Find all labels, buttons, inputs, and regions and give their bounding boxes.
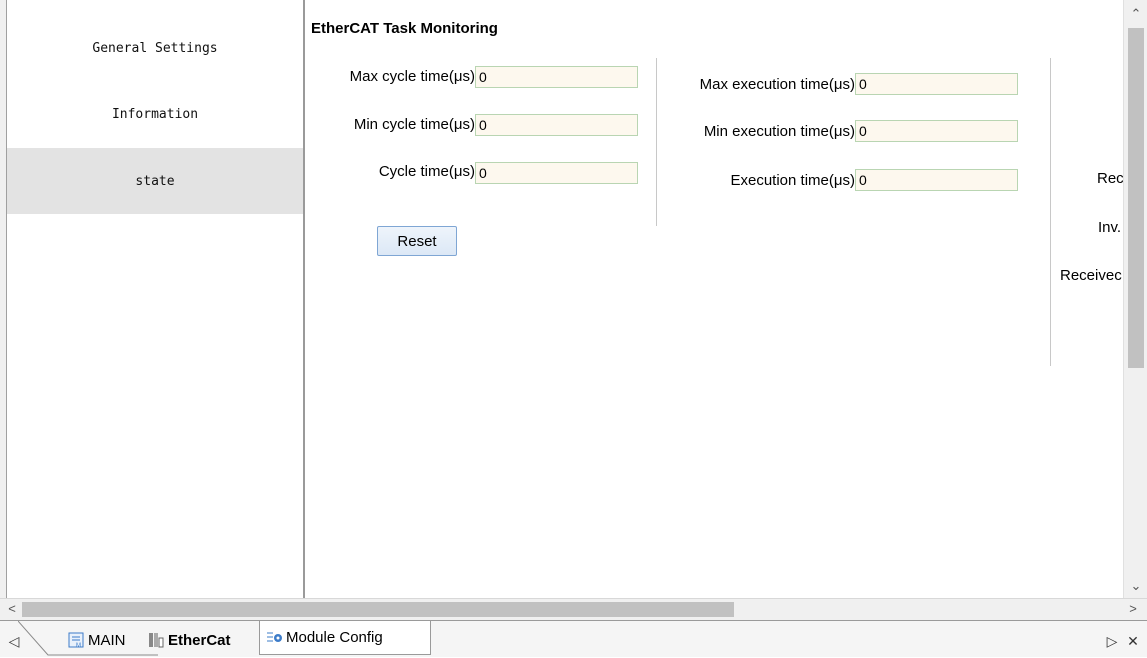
cycle-time-label: Cycle time(μs) xyxy=(378,163,475,180)
module-config-icon xyxy=(266,630,282,646)
state-content-panel: EtherCAT Task Monitoring Max cycle time(… xyxy=(305,0,1123,598)
horizontal-scroll-thumb[interactable] xyxy=(22,602,734,617)
nav-item-information[interactable]: Information xyxy=(7,81,303,147)
window-left-edge xyxy=(0,0,7,620)
nav-item-state[interactable]: state xyxy=(7,148,303,214)
min-cycle-time-label: Min cycle time(μs) xyxy=(353,116,475,133)
scroll-down-icon[interactable]: ⌄ xyxy=(1128,578,1144,594)
nav-item-general-settings[interactable]: General Settings xyxy=(7,15,303,81)
nav-item-label: Information xyxy=(111,106,199,122)
tab-label: Module Config xyxy=(286,629,383,646)
received-label-truncated: Rec xyxy=(1097,170,1123,187)
vertical-scroll-thumb[interactable] xyxy=(1128,28,1144,368)
min-cycle-time-field[interactable]: 0 xyxy=(475,114,638,136)
horizontal-scrollbar[interactable]: < > xyxy=(0,598,1147,620)
close-tab-icon[interactable]: ✕ xyxy=(1125,633,1141,649)
column-separator xyxy=(1050,58,1051,366)
scroll-left-icon[interactable]: < xyxy=(4,601,20,616)
ethercat-icon xyxy=(148,632,164,648)
min-execution-time-field[interactable]: 0 xyxy=(855,120,1018,142)
execution-time-field[interactable]: 0 xyxy=(855,169,1018,191)
column-separator xyxy=(656,58,657,226)
nav-item-label: General Settings xyxy=(92,40,218,56)
main-program-icon: M xyxy=(68,632,84,649)
tab-main[interactable]: M MAIN xyxy=(68,625,126,655)
max-execution-time-label: Max execution time(μs) xyxy=(699,76,855,93)
scroll-up-icon[interactable]: ⌃ xyxy=(1128,6,1144,22)
min-execution-time-label: Min execution time(μs) xyxy=(703,123,855,140)
vertical-scrollbar[interactable]: ⌃ ⌄ xyxy=(1123,0,1147,598)
invalid-label-truncated: Inv. xyxy=(1098,219,1122,236)
tab-ethercat[interactable]: EtherCat xyxy=(148,625,231,655)
tab-label: EtherCat xyxy=(168,631,231,649)
execution-time-label: Execution time(μs) xyxy=(730,172,855,189)
max-cycle-time-field[interactable]: 0 xyxy=(475,66,638,88)
max-cycle-time-label: Max cycle time(μs) xyxy=(349,68,475,85)
received-label-truncated: Receivec xyxy=(1060,267,1122,284)
svg-text:M: M xyxy=(76,643,81,648)
reset-button[interactable]: Reset xyxy=(377,226,457,256)
cycle-time-field[interactable]: 0 xyxy=(475,162,638,184)
tab-label: MAIN xyxy=(88,631,126,649)
tab-module-config[interactable]: Module Config xyxy=(259,621,431,655)
settings-nav-panel: General Settings Information state xyxy=(7,0,304,598)
scroll-right-icon[interactable]: > xyxy=(1125,601,1141,616)
max-execution-time-field[interactable]: 0 xyxy=(855,73,1018,95)
tab-scroll-right-icon[interactable]: ▷ xyxy=(1104,633,1120,649)
document-tab-bar: ◁ M MAIN EtherCat Module Config ▷ ✕ xyxy=(0,620,1147,657)
nav-item-label: state xyxy=(135,173,175,189)
section-title: EtherCAT Task Monitoring xyxy=(311,20,498,37)
